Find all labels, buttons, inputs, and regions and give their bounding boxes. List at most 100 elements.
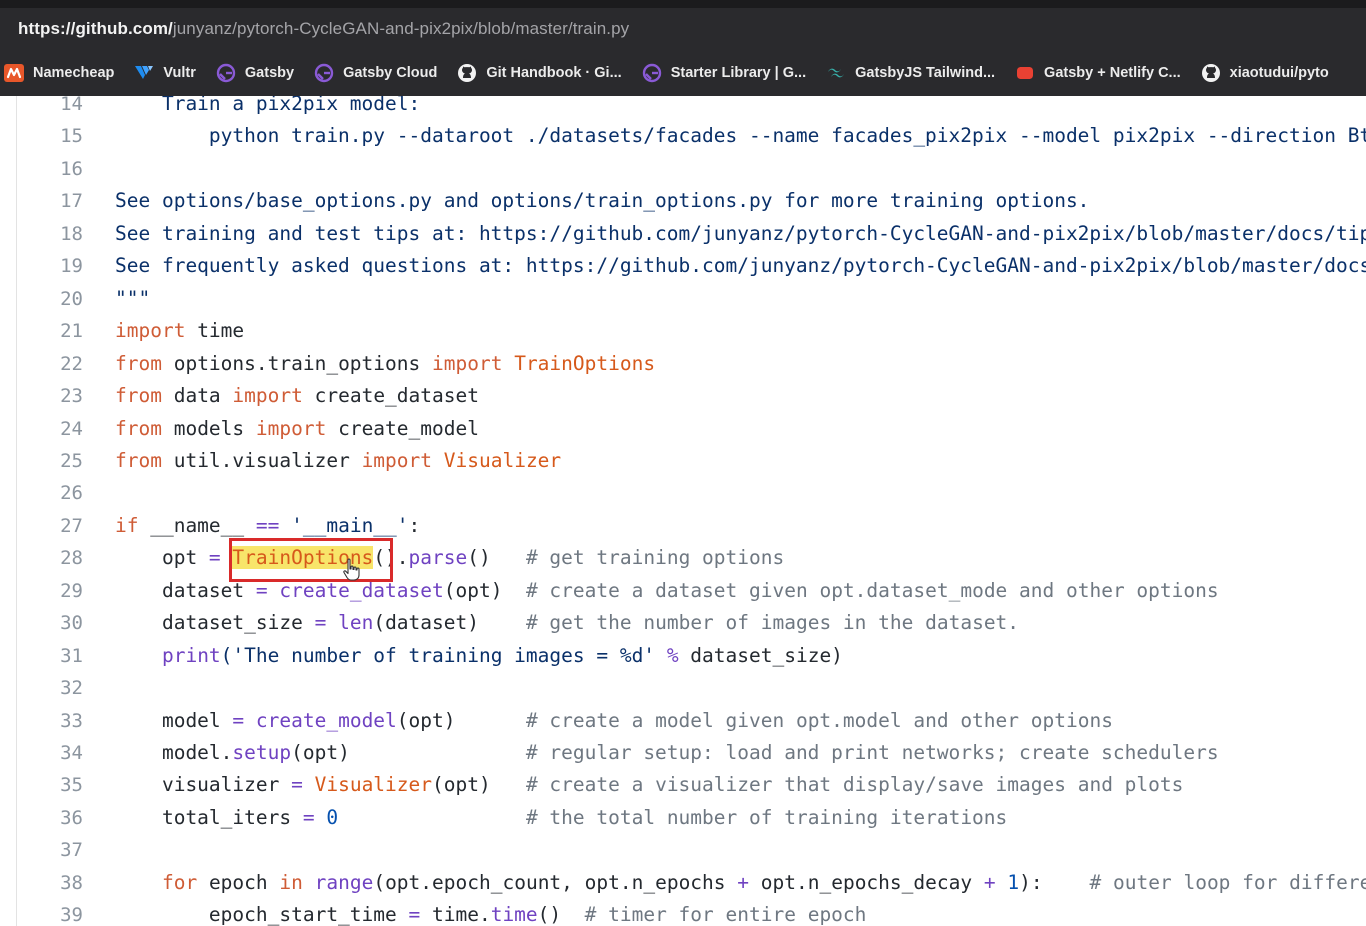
code-line: 32 bbox=[17, 672, 1366, 704]
line-code: dataset = create_dataset(opt) # create a… bbox=[115, 575, 1366, 607]
code-token: '__main__' bbox=[291, 513, 409, 537]
line-number[interactable]: 39 bbox=[17, 899, 83, 926]
code-token: print bbox=[161, 643, 221, 667]
line-code: epoch_start_time = time.time() # timer f… bbox=[115, 899, 1366, 926]
line-number[interactable]: 26 bbox=[17, 477, 83, 509]
line-code: from models import create_model bbox=[115, 413, 1366, 445]
bookmark-item[interactable]: Gatsby Cloud bbox=[314, 63, 437, 83]
code-token: = bbox=[302, 805, 315, 829]
line-number[interactable]: 24 bbox=[17, 413, 83, 445]
code-token: + bbox=[983, 870, 996, 894]
gatsby-icon bbox=[216, 63, 236, 83]
line-number[interactable]: 36 bbox=[17, 802, 83, 834]
code-token: create_dataset bbox=[302, 384, 479, 408]
code-line: 20 """ bbox=[17, 283, 1366, 315]
code-token: import bbox=[232, 384, 303, 408]
address-bar[interactable]: https://github.com/junyanz/pytorch-Cycle… bbox=[0, 8, 1366, 50]
code-token: dataset_size) bbox=[678, 643, 843, 667]
namecheap-icon bbox=[4, 63, 24, 83]
bookmark-label: Gatsby + Netlify C... bbox=[1044, 65, 1181, 81]
code-token: range bbox=[314, 870, 374, 894]
bookmark-label: Starter Library | G... bbox=[670, 65, 807, 81]
bookmark-item[interactable]: Gatsby bbox=[216, 63, 294, 83]
line-number[interactable]: 28 bbox=[17, 542, 83, 574]
bookmark-label: GatsbyJS Tailwind... bbox=[855, 65, 996, 81]
bookmark-label: Gatsby bbox=[244, 65, 295, 81]
line-number[interactable]: 21 bbox=[17, 315, 83, 347]
line-number[interactable]: 33 bbox=[17, 705, 83, 737]
line-number[interactable]: 17 bbox=[17, 185, 83, 217]
bookmark-item[interactable]: Starter Library | G... bbox=[642, 63, 806, 83]
code-token: epoch bbox=[197, 870, 280, 894]
code-token: visualizer bbox=[115, 773, 292, 797]
code-line: 14 Train a pix2pix model: bbox=[17, 96, 1366, 120]
gatsby-icon bbox=[642, 63, 662, 83]
code-token: __name__ bbox=[138, 513, 256, 537]
bookmark-item[interactable]: xiaotudui/pyto bbox=[1201, 63, 1329, 83]
code-line: 36 total_iters = 0 # the total number of… bbox=[17, 802, 1366, 834]
line-number[interactable]: 27 bbox=[17, 510, 83, 542]
line-number[interactable]: 25 bbox=[17, 445, 83, 477]
code-line: 22 from options.train_options import Trai… bbox=[17, 348, 1366, 380]
code-token: = bbox=[314, 611, 327, 635]
code-token: for bbox=[161, 870, 198, 894]
bookmark-label: Namecheap bbox=[33, 65, 115, 81]
code-token: == bbox=[255, 513, 280, 537]
line-number[interactable]: 14 bbox=[17, 96, 83, 120]
line-code: See options/base_options.py and options/… bbox=[115, 185, 1366, 217]
code-token: time bbox=[185, 319, 245, 343]
line-number[interactable]: 31 bbox=[17, 640, 83, 672]
code-token: Visualizer bbox=[443, 448, 562, 472]
line-number[interactable]: 34 bbox=[17, 737, 83, 769]
code-token: See frequently asked questions at: https… bbox=[115, 254, 1366, 278]
code-line: 26 bbox=[17, 477, 1366, 509]
line-number[interactable]: 29 bbox=[17, 575, 83, 607]
code-token: # outer loop for different epochs bbox=[1089, 870, 1366, 894]
code-line: 21 import time bbox=[17, 315, 1366, 347]
line-number[interactable]: 35 bbox=[17, 769, 83, 801]
code-token: + bbox=[737, 870, 750, 894]
code-token: (opt) bbox=[443, 578, 526, 602]
line-number[interactable]: 30 bbox=[17, 607, 83, 639]
bookmark-item[interactable]: Vultr bbox=[134, 63, 196, 83]
line-number[interactable]: 20 bbox=[17, 283, 83, 315]
code-token: create_dataset bbox=[279, 578, 444, 602]
line-number[interactable]: 37 bbox=[17, 834, 83, 866]
code-line: 15 python train.py --dataroot ./datasets… bbox=[17, 120, 1366, 152]
bookmark-label: Gatsby Cloud bbox=[343, 65, 438, 81]
line-number[interactable]: 16 bbox=[17, 153, 83, 185]
line-number[interactable]: 23 bbox=[17, 380, 83, 412]
bookmark-item[interactable]: Git Handbook · Gi... bbox=[457, 63, 622, 83]
line-number[interactable]: 15 bbox=[17, 120, 83, 152]
code-token: len bbox=[338, 611, 374, 635]
line-number[interactable]: 38 bbox=[17, 867, 83, 899]
search-highlight: TrainOptions bbox=[232, 546, 374, 570]
code-token: Visualizer bbox=[314, 773, 433, 797]
code-token: (opt.epoch_count, opt.n_epochs bbox=[373, 870, 738, 894]
code-token: import bbox=[115, 319, 186, 343]
bookmark-item[interactable]: GatsbyJS Tailwind... bbox=[826, 63, 995, 83]
bookmark-item[interactable]: Gatsby + Netlify C... bbox=[1015, 63, 1181, 83]
code-token: create_model bbox=[326, 416, 479, 440]
code-token: = bbox=[408, 903, 421, 926]
line-number[interactable]: 22 bbox=[17, 348, 83, 380]
code-token: model bbox=[115, 708, 233, 732]
code-line: 27 if __name__ == '__main__': bbox=[17, 510, 1366, 542]
line-code: model = create_model(opt) # create a mod… bbox=[115, 705, 1366, 737]
url-text[interactable]: https://github.com/junyanz/pytorch-Cycle… bbox=[18, 19, 629, 39]
bookmark-item[interactable]: Namecheap bbox=[4, 63, 114, 83]
line-number[interactable]: 19 bbox=[17, 250, 83, 282]
code-token: (opt) bbox=[432, 773, 526, 797]
line-code: for epoch in range(opt.epoch_count, opt.… bbox=[115, 867, 1366, 899]
line-number[interactable]: 18 bbox=[17, 218, 83, 250]
line-number[interactable]: 32 bbox=[17, 672, 83, 704]
code-token: = bbox=[255, 578, 268, 602]
code-token: TrainOptions bbox=[514, 351, 656, 375]
